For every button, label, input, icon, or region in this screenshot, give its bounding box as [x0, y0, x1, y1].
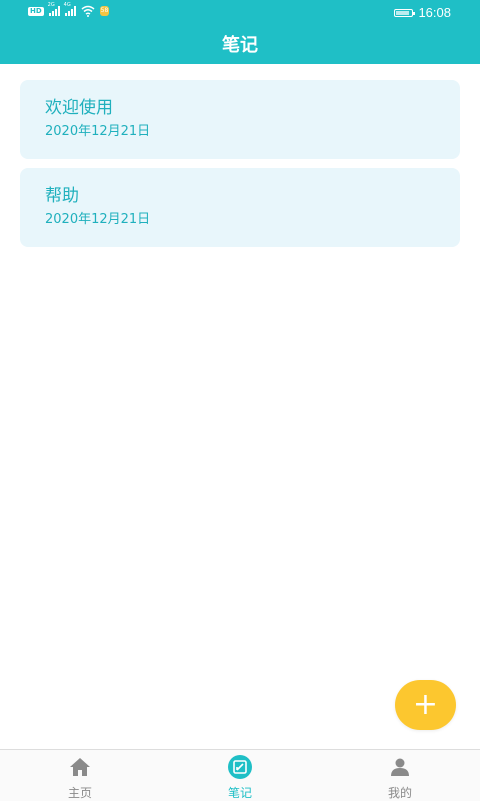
- tab-label: 主页: [67, 786, 92, 800]
- plus-icon: +: [412, 687, 439, 722]
- add-note-button[interactable]: +: [395, 680, 456, 730]
- status-bar-left: HD 2G 4G 58: [28, 2, 110, 17]
- network-type-label: 2G: [47, 2, 55, 8]
- app-header: 笔记: [0, 24, 480, 64]
- battery-icon: [394, 8, 416, 17]
- clock: 16:08: [418, 5, 451, 20]
- note-title: 帮助: [45, 186, 79, 206]
- network-type-label-2: 4G: [63, 2, 71, 8]
- page-title: 笔记: [222, 35, 258, 56]
- user-icon: [388, 755, 412, 779]
- tab-notes[interactable]: 笔记: [160, 750, 320, 801]
- note-item[interactable]: 帮助 2020年12月21日: [20, 168, 460, 247]
- tab-home[interactable]: 主页: [0, 750, 160, 801]
- bottom-tab-bar: 主页 笔记 我的: [0, 749, 480, 801]
- note-title: 欢迎使用: [45, 98, 113, 118]
- signal-strength-icon-2: 4G: [64, 2, 76, 16]
- tab-profile[interactable]: 我的: [320, 750, 480, 801]
- tab-label: 我的: [387, 786, 412, 800]
- note-icon: [228, 755, 252, 779]
- wifi-icon: [81, 5, 95, 17]
- home-icon: [68, 755, 92, 779]
- note-item[interactable]: 欢迎使用 2020年12月21日: [20, 80, 460, 159]
- notification-badge: 58: [99, 6, 110, 16]
- hd-indicator: HD: [28, 6, 44, 16]
- signal-strength-icon: 2G: [48, 2, 60, 16]
- note-date: 2020年12月21日: [45, 124, 151, 139]
- status-bar-right: 16:08: [394, 5, 451, 20]
- note-date: 2020年12月21日: [45, 212, 151, 227]
- status-bar: HD 2G 4G 58 16:08: [0, 0, 480, 24]
- note-list: 欢迎使用 2020年12月21日 帮助 2020年12月21日: [20, 80, 460, 256]
- tab-label: 笔记: [227, 786, 252, 800]
